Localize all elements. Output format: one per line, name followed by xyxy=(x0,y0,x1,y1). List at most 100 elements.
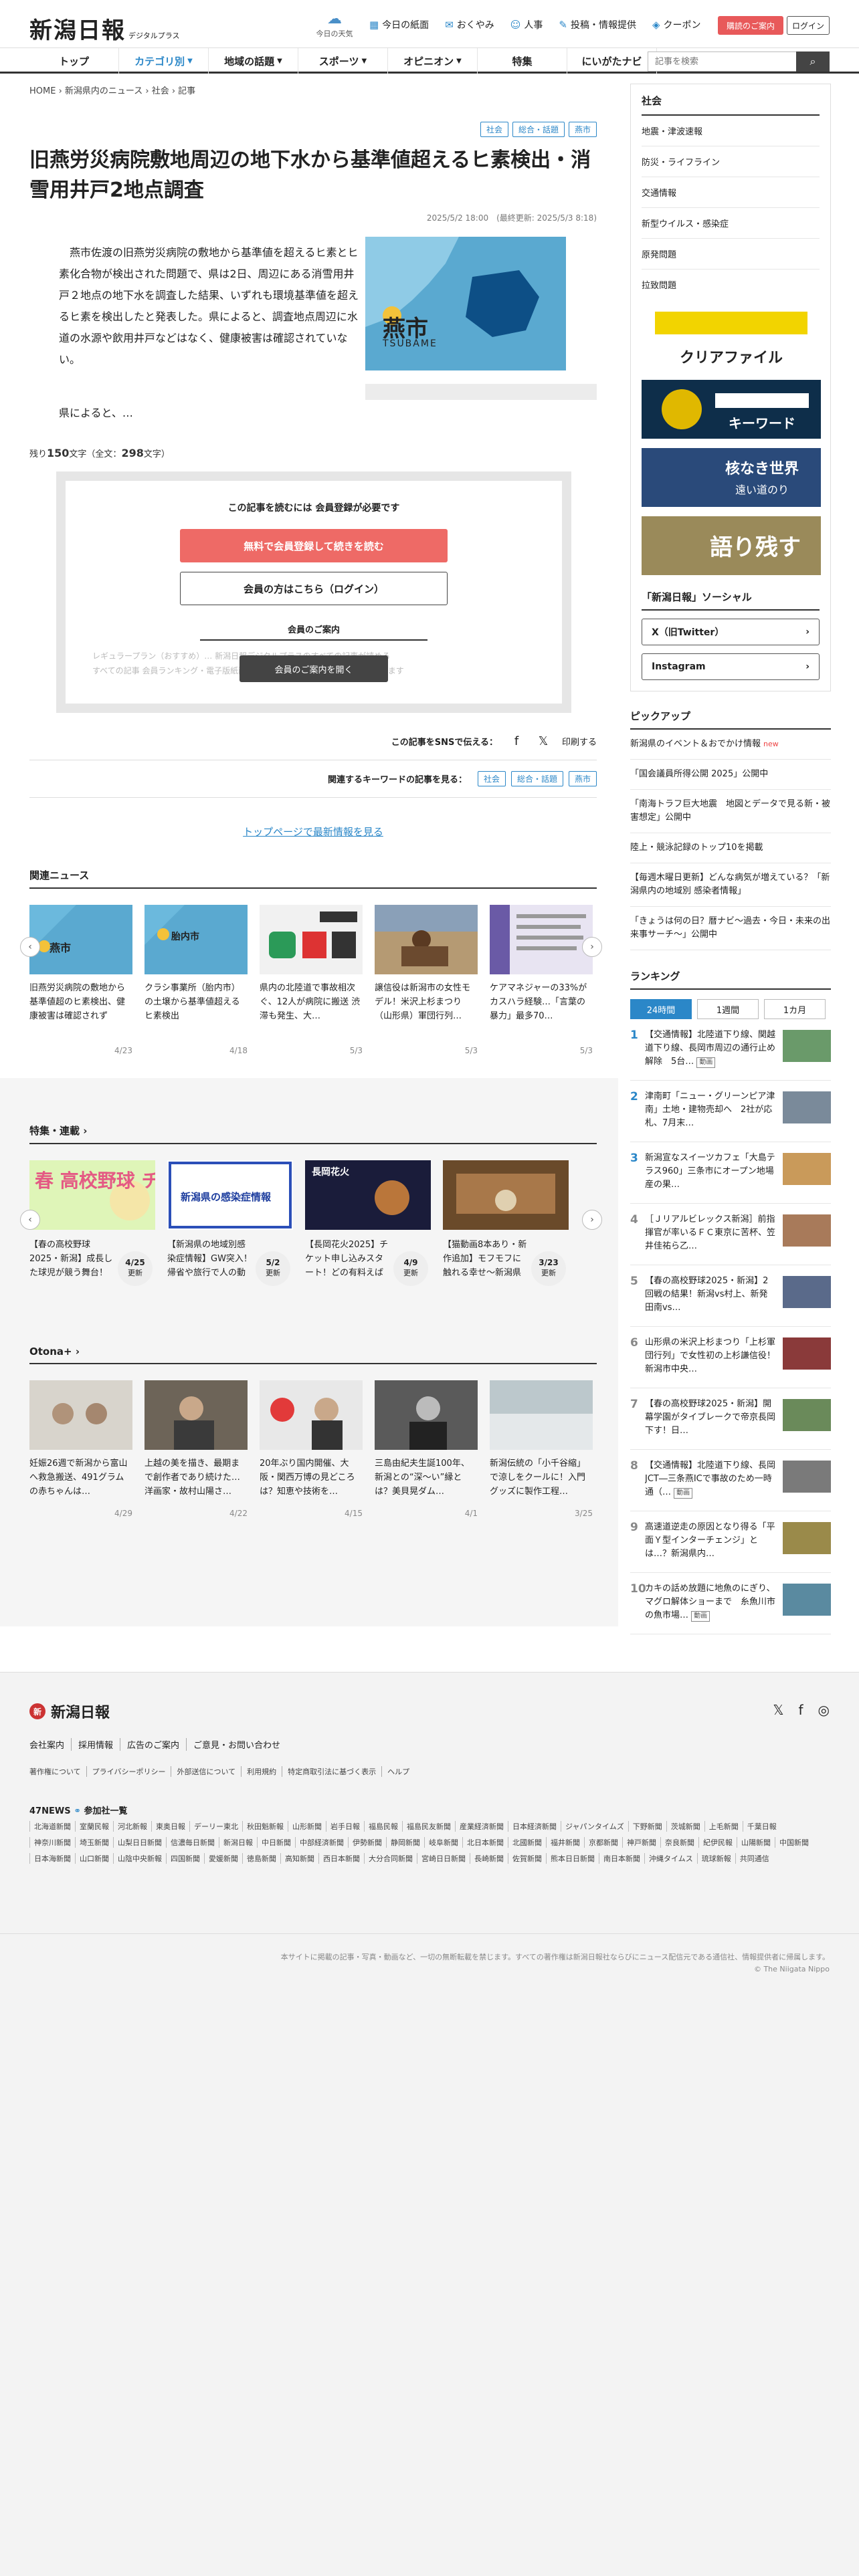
paper-link[interactable]: ジャパンタイムズ xyxy=(561,1821,628,1832)
nav-region[interactable]: 地域の話題 ▼ xyxy=(209,48,298,74)
otona-card[interactable]: 妊娠26週で新潟から富山へ救急搬送、491グラムの赤ちゃんは… 4/29 xyxy=(29,1380,132,1521)
weather-link[interactable]: ☁ 今日の天気 xyxy=(314,11,355,39)
ranking-item[interactable]: 2 津南町「ニュー・グリーンピア津南」土地・建物売却へ 2社が応札、7月末… xyxy=(630,1081,831,1142)
x-icon[interactable]: 𝕏 xyxy=(535,733,551,749)
instagram-icon[interactable]: ◎ xyxy=(818,1702,830,1718)
otona-card[interactable]: 20年ぶり国内開催、大阪・関西万博の見どころは？知恵や技術を… 4/15 xyxy=(260,1380,363,1521)
otona-card[interactable]: 三島由紀夫生誕100年、新潟との“深〜い”縁とは？美貝晃ダム… 4/1 xyxy=(375,1380,478,1521)
nav-opinion[interactable]: オピニオン ▼ xyxy=(388,48,478,74)
sidebar-item[interactable]: 原発問題 xyxy=(642,239,820,270)
special-card[interactable]: 新潟県の感染症情報 【新潟県の地域別感染症情報】GW突入！帰省や旅行で人の動きが… xyxy=(167,1160,293,1286)
facebook-icon[interactable]: f xyxy=(799,1702,803,1718)
nav-category[interactable]: カテゴリ別 ▼ xyxy=(119,48,209,74)
banner-motemote[interactable]: クリアファイル xyxy=(642,309,821,370)
header-link-post[interactable]: ✎ 投稿・情報提供 xyxy=(559,18,636,31)
header-link-obituary[interactable]: ✉ おくやみ xyxy=(445,18,494,31)
banner-keyword[interactable]: キーワード xyxy=(642,380,821,439)
paper-link[interactable]: 山陽新聞 xyxy=(737,1837,775,1848)
pickup-item[interactable]: 「国会議員所得公開 2025」公開中 xyxy=(630,760,831,790)
paper-link[interactable]: 南日本新聞 xyxy=(599,1853,644,1864)
sidebar-item[interactable]: 拉致問題 xyxy=(642,270,820,300)
carousel-next[interactable]: › xyxy=(582,1210,602,1230)
nav-special[interactable]: 特集 xyxy=(478,48,567,74)
related-card[interactable]: 燕市 旧燕労災病院の敷地から基準値超のヒ素検出、健康被害は確認されず 4/23 xyxy=(29,905,132,1055)
paper-link[interactable]: 信濃毎日新聞 xyxy=(166,1837,219,1848)
sidebar-item[interactable]: 地震・津波速報 xyxy=(642,116,820,146)
paper-link[interactable]: 中部経済新聞 xyxy=(295,1837,348,1848)
tag[interactable]: 総合・話題 xyxy=(512,122,565,137)
related-card[interactable]: 譲信役は新潟市の女性モデル！米沢上杉まつり（山形県）軍団行列… 5/3 xyxy=(375,905,478,1055)
paper-link[interactable]: 山梨日日新聞 xyxy=(113,1837,166,1848)
paper-link[interactable]: 沖縄タイムス xyxy=(644,1853,697,1864)
pickup-item[interactable]: 「南海トラフ巨大地震 地図とデータで見る新・被害想定」公開中 xyxy=(630,790,831,833)
carousel-next[interactable]: › xyxy=(582,937,602,957)
carousel-prev[interactable]: ‹ xyxy=(20,1210,40,1230)
paper-link[interactable]: 四国新聞 xyxy=(166,1853,204,1864)
print-link[interactable]: 印刷する xyxy=(562,735,597,748)
paper-link[interactable]: 琉球新報 xyxy=(696,1853,735,1864)
paper-link[interactable]: 茨城新聞 xyxy=(666,1821,704,1832)
pickup-item[interactable]: 新潟県のイベント＆おでかけ情報 new xyxy=(630,730,831,760)
paper-link[interactable]: 北日本新聞 xyxy=(462,1837,508,1848)
tag[interactable]: 燕市 xyxy=(568,122,597,137)
paper-link[interactable]: 産業経済新聞 xyxy=(455,1821,508,1832)
footer-link[interactable]: 採用情報 xyxy=(71,1738,120,1751)
facebook-icon[interactable]: f xyxy=(508,733,524,749)
nav-top[interactable]: トップ xyxy=(29,48,119,74)
member-login-button[interactable]: 会員の方はこちら（ログイン） xyxy=(180,572,448,605)
paper-link[interactable]: 日本経済新聞 xyxy=(508,1821,561,1832)
open-guide-button[interactable]: 会員のご案内を開く xyxy=(240,655,388,682)
paper-link[interactable]: 福井新聞 xyxy=(546,1837,584,1848)
pickup-item[interactable]: 陸上・競泳記録のトップ10を掲載 xyxy=(630,833,831,863)
related-card[interactable]: 胎内市 クラシ事業所（胎内市）の土壌から基準値超えるヒ素検出 4/18 xyxy=(145,905,248,1055)
paper-link[interactable]: 紀伊民報 xyxy=(698,1837,737,1848)
footer-link[interactable]: プライバシーポリシー xyxy=(86,1766,171,1777)
paper-link[interactable]: 山陰中央新報 xyxy=(113,1853,166,1864)
paper-link[interactable]: 静岡新聞 xyxy=(386,1837,424,1848)
top-page-link[interactable]: トップページで最新情報を見る xyxy=(29,825,597,839)
paper-link[interactable]: 山形新聞 xyxy=(288,1821,326,1832)
paper-link[interactable]: 愛媛新聞 xyxy=(204,1853,242,1864)
pickup-item[interactable]: 「きょうは何の日？暦ナビ〜過去・今日・未来の出来事サーチ〜」公開中 xyxy=(630,907,831,950)
otona-card[interactable]: 新潟伝統の「小千谷縮」で涼しをクールに！入門グッズに製作工程… 3/25 xyxy=(490,1380,593,1521)
header-link-coupon[interactable]: ◈ クーポン xyxy=(652,18,701,31)
register-button[interactable]: 無料で会員登録して続きを読む xyxy=(180,529,448,562)
footer-logo[interactable]: 新新潟日報 xyxy=(29,1701,110,1722)
carousel-prev[interactable]: ‹ xyxy=(20,937,40,957)
header-link-paper[interactable]: ▦ 今日の紙面 xyxy=(369,18,429,31)
breadcrumb[interactable]: HOME › 新潟県内のニュース › 社会 › 記事 xyxy=(29,84,597,96)
search-button[interactable]: ⌕ xyxy=(796,51,830,72)
otona-heading[interactable]: Otona+ › xyxy=(29,1346,597,1364)
special-card[interactable]: 春 高校野球 チーム紹介 【春の高校野球2025・新潟】成長した球児が競う舞台！… xyxy=(29,1160,155,1286)
tab-1week[interactable]: 1週間 xyxy=(697,999,759,1019)
paper-link[interactable]: 東奥日報 xyxy=(151,1821,189,1832)
paper-link[interactable]: 長崎新聞 xyxy=(470,1853,508,1864)
footer-link[interactable]: 特定商取引法に基づく表示 xyxy=(282,1766,381,1777)
paper-link[interactable]: 福島民友新聞 xyxy=(402,1821,455,1832)
ranking-item[interactable]: 4 ［Ｊリアルビレックス新潟］前指揮官が率いるＦＣ東京に苦杯、笠井佳祐ら乙… xyxy=(630,1204,831,1265)
paper-link[interactable]: 熊本日日新聞 xyxy=(546,1853,599,1864)
ranking-item[interactable]: 5 【春の高校野球2025・新潟】2回戦の結果！新潟vs村上、新発田南vs… xyxy=(630,1265,831,1327)
paper-link[interactable]: 京都新聞 xyxy=(584,1837,622,1848)
keyword-tag[interactable]: 燕市 xyxy=(568,771,597,786)
paper-link[interactable]: 中日新聞 xyxy=(257,1837,295,1848)
related-card[interactable]: 県内の北陸道で事故相次ぐ、12人が病院に搬送 渋滞も発生、大… 5/3 xyxy=(260,905,363,1055)
tag[interactable]: 社会 xyxy=(480,122,508,137)
special-heading[interactable]: 特集・連載 › xyxy=(29,1123,597,1144)
paper-link[interactable]: 北國新聞 xyxy=(508,1837,546,1848)
header-link-personnel[interactable]: ☺ 人事 xyxy=(510,18,543,31)
banner-nuclear[interactable]: 核なき世界 遠い道のり xyxy=(642,448,821,507)
subscribe-button[interactable]: 購読のご案内 xyxy=(718,16,783,35)
paper-link[interactable]: デーリー東北 xyxy=(189,1821,242,1832)
keyword-tag[interactable]: 総合・話題 xyxy=(510,771,563,786)
ranking-item[interactable]: 3 新潟宣なスイーツカフェ「大島テラス960」三条市にオープン地場産の果… xyxy=(630,1142,831,1204)
article-map-image[interactable]: 燕市 TSUBAME xyxy=(365,237,566,370)
paper-link[interactable]: 岐阜新聞 xyxy=(424,1837,462,1848)
sidebar-item[interactable]: 防災・ライフライン xyxy=(642,146,820,177)
nav-niigata-navi[interactable]: にいがたナビ xyxy=(567,48,657,74)
paper-link[interactable]: 福島民報 xyxy=(364,1821,402,1832)
x-follow-button[interactable]: X（旧Twitter） › xyxy=(642,619,820,645)
sidebar-item[interactable]: 交通情報 xyxy=(642,177,820,208)
ranking-item[interactable]: 9 高速道逆走の原因となり得る「平面Ｙ型インターチェンジ」とは…？新潟県内… xyxy=(630,1511,831,1573)
paper-link[interactable]: 中国新聞 xyxy=(775,1837,813,1848)
